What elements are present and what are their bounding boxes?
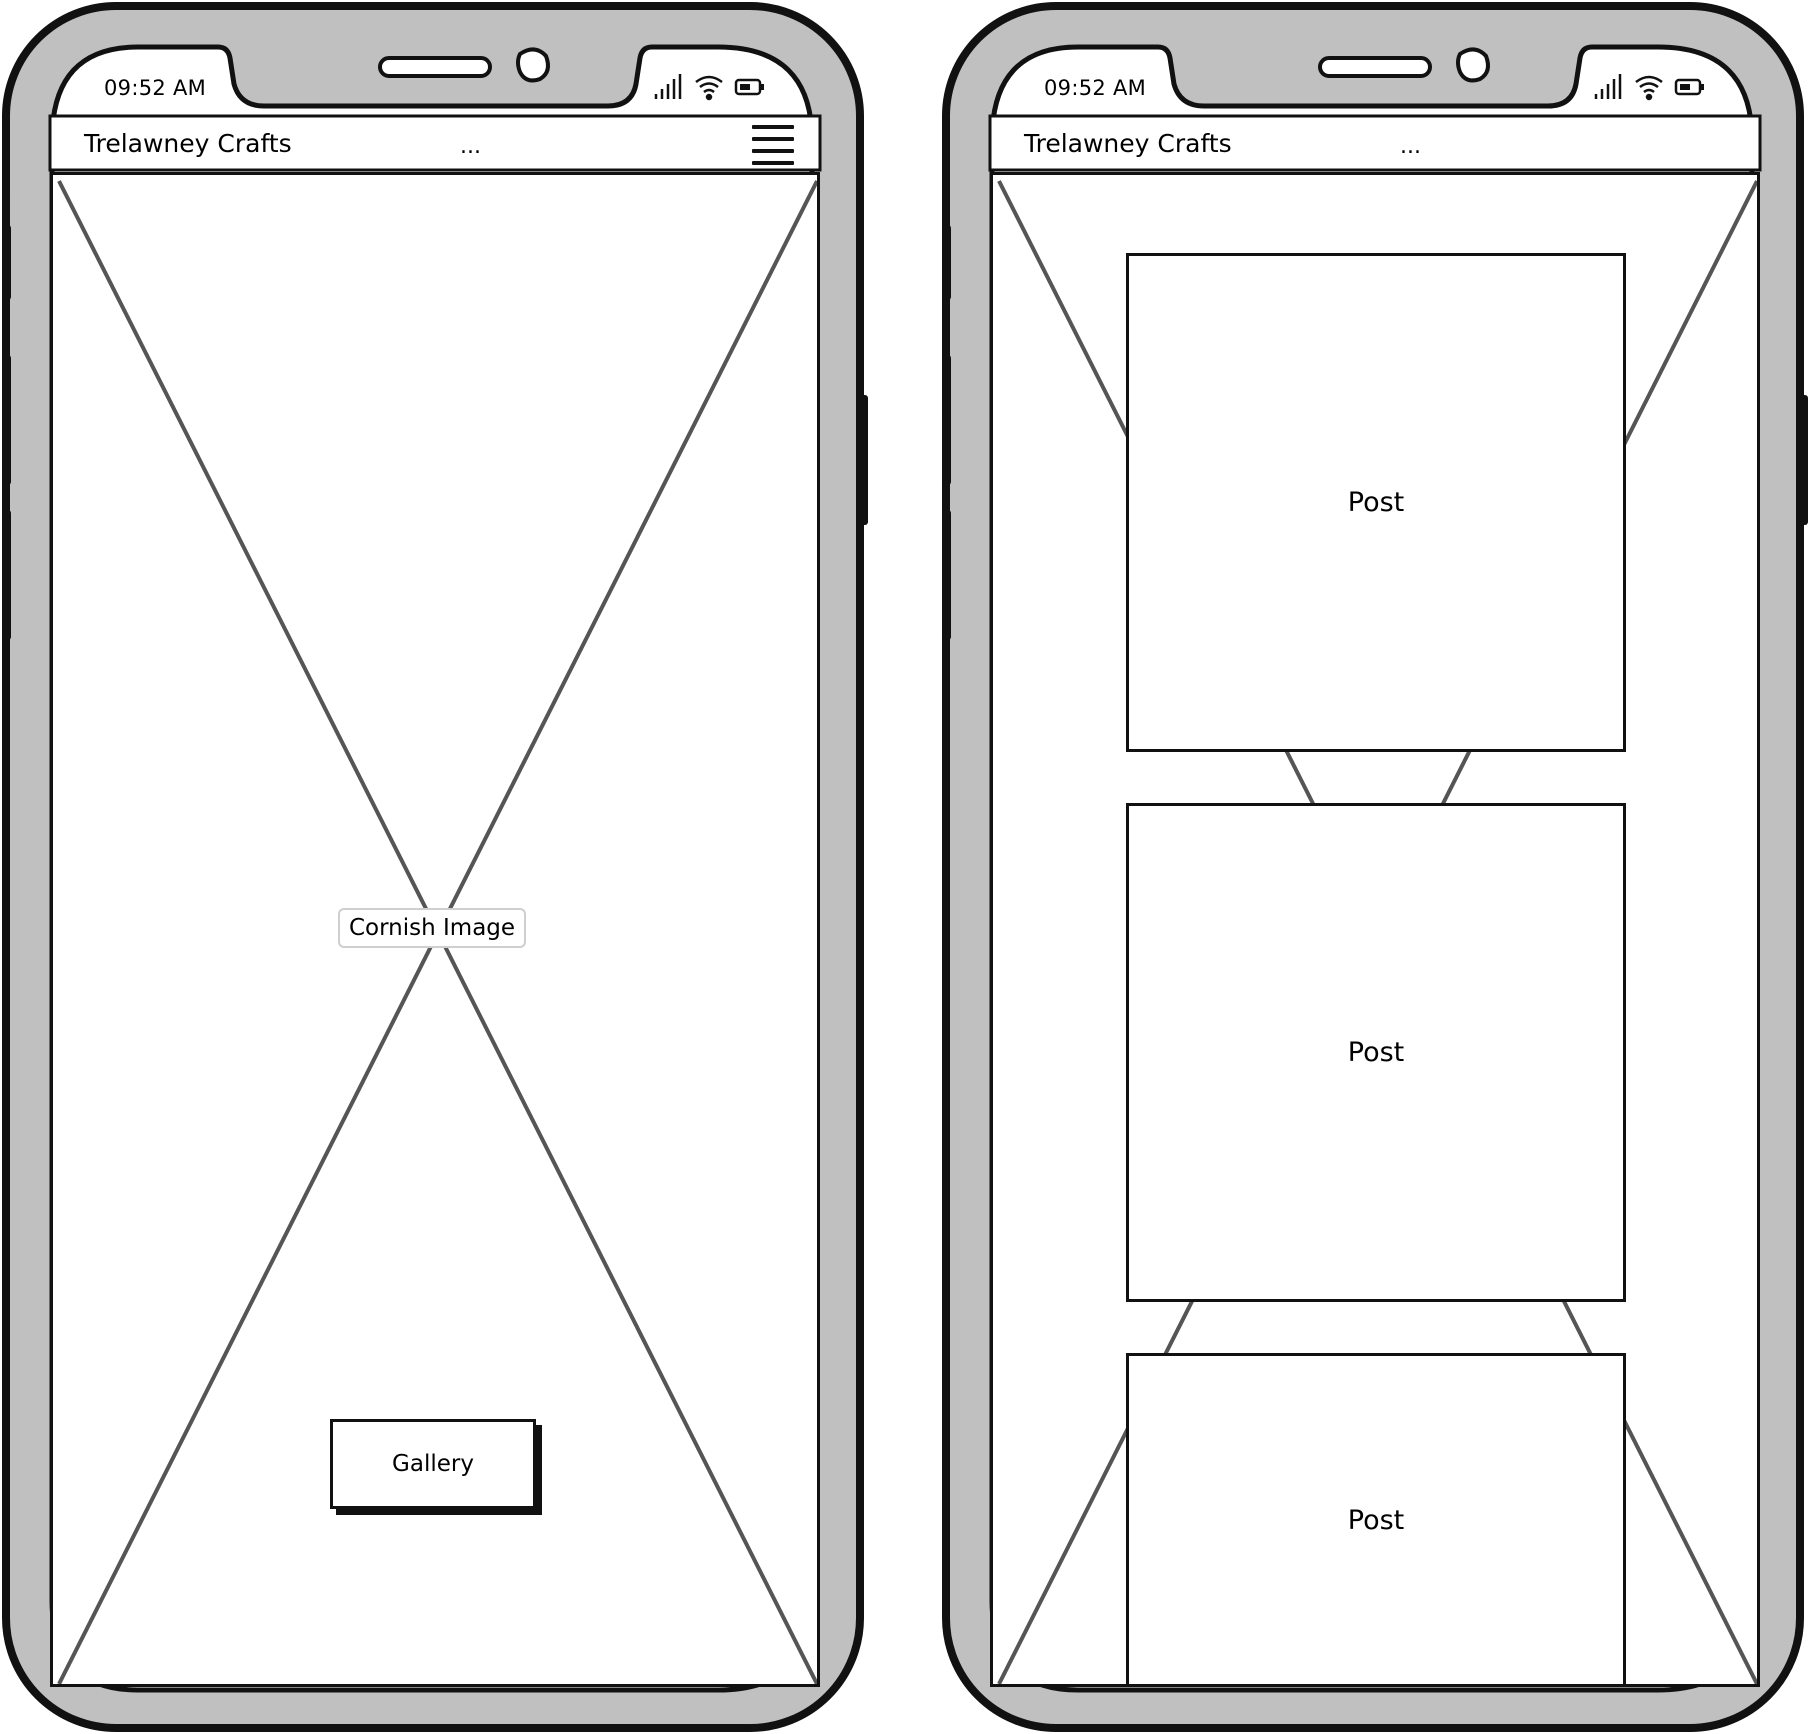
post-card[interactable]: Post — [1126, 253, 1626, 752]
gallery-button[interactable]: Gallery — [330, 1419, 536, 1509]
phone-home: 09:52 AM Trelawney Crafts ... Cornish Im… — [0, 0, 880, 1734]
signal-icon — [1594, 74, 1622, 99]
post-card[interactable]: Post — [1126, 803, 1626, 1302]
app-bar-dots: ... — [460, 134, 481, 159]
post-card[interactable]: Post — [1126, 1353, 1626, 1687]
phone-gallery: 09:52 AM Trelawney Crafts ... Post Post … — [940, 0, 1812, 1734]
status-time: 09:52 AM — [104, 76, 207, 100]
status-time: 09:52 AM — [1044, 76, 1147, 100]
signal-icon — [654, 74, 682, 99]
app-bar-dots: ... — [1400, 134, 1421, 159]
app-brand-title[interactable]: Trelawney Crafts — [1024, 129, 1232, 158]
status-icons — [1594, 74, 1704, 101]
app-brand-title[interactable]: Trelawney Crafts — [84, 129, 292, 158]
status-icons — [654, 74, 764, 101]
hero-image-label: Cornish Image — [338, 908, 527, 948]
wifi-icon — [1635, 75, 1663, 101]
hamburger-menu-icon[interactable] — [752, 125, 796, 167]
battery-icon — [734, 78, 764, 96]
wifi-icon — [695, 75, 723, 101]
battery-icon — [1674, 78, 1704, 96]
